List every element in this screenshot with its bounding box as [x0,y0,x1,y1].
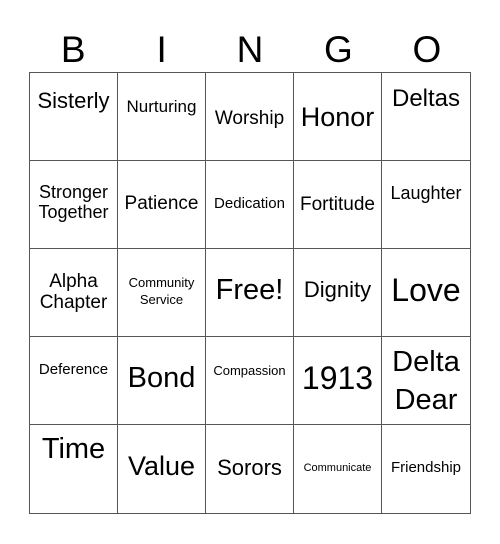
header-letter-o: O [412,29,442,70]
cell-text: Fortitude [300,194,375,215]
bingo-cell[interactable]: Worship [206,73,294,161]
bingo-cell[interactable]: Delta Dear [382,337,470,425]
header-letter-n: N [236,29,264,70]
bingo-cell[interactable]: Dedication [206,161,294,249]
header-letter-g: G [324,29,353,70]
bingo-cell[interactable]: Friendship [382,425,470,513]
cell-text: Dedication [214,195,285,212]
cell-text: Deltas [391,85,461,112]
bingo-cell[interactable]: Stronger Together [30,161,118,249]
bingo-cell[interactable]: Sorors [206,425,294,513]
bingo-cell[interactable]: Patience [118,161,206,249]
bingo-cell[interactable]: Time [30,425,118,513]
cell-text: Compassion [213,363,286,378]
cell-text: Honor [300,102,375,132]
cell-text: Friendship [390,459,462,476]
cell-text: Community Service [128,275,195,307]
bingo-cell[interactable]: Laughter [382,161,470,249]
cell-text: 1913 [301,360,374,396]
cell-text: Love [391,272,461,308]
bingo-cell[interactable]: Nurturing [118,73,206,161]
cell-text: Sisterly [37,88,110,113]
cell-text: Patience [124,193,199,214]
bingo-cell[interactable]: Fortitude [294,161,382,249]
bingo-cell[interactable]: Deltas [382,73,470,161]
bingo-cell[interactable]: Compassion [206,337,294,425]
cell-text: Value [127,451,196,481]
cell-text: Time [41,433,106,465]
bingo-card-grid: Sisterly Nurturing Worship Honor Deltas … [29,72,471,514]
cell-text: Free! [215,274,284,306]
bingo-cell[interactable]: Free! [206,249,294,337]
bingo-cell[interactable]: Alpha Chapter [30,249,118,337]
cell-text: Stronger Together [38,182,109,223]
bingo-cell[interactable]: Communicate [294,425,382,513]
bingo-cell[interactable]: Value [118,425,206,513]
cell-text: Bond [127,362,196,394]
cell-text: Worship [214,108,285,129]
cell-text: Deference [38,361,109,378]
header-letter-i: I [156,29,167,70]
cell-text: Dignity [303,277,372,302]
cell-text: Alpha Chapter [39,271,108,314]
bingo-cell[interactable]: 1913 [294,337,382,425]
bingo-cell[interactable]: Honor [294,73,382,161]
cell-text: Delta Dear [392,346,460,416]
bingo-cell[interactable]: Community Service [118,249,206,337]
bingo-cell[interactable]: Dignity [294,249,382,337]
header-letter-b: B [60,29,86,70]
cell-text: Nurturing [126,97,197,116]
bingo-header: B I N G O [29,28,471,72]
bingo-cell[interactable]: Sisterly [30,73,118,161]
bingo-cell[interactable]: Bond [118,337,206,425]
bingo-cell[interactable]: Deference [30,337,118,425]
cell-text: Communicate [303,462,372,474]
bingo-cell[interactable]: Love [382,249,470,337]
cell-text: Sorors [217,455,282,480]
cell-text: Laughter [390,183,462,203]
